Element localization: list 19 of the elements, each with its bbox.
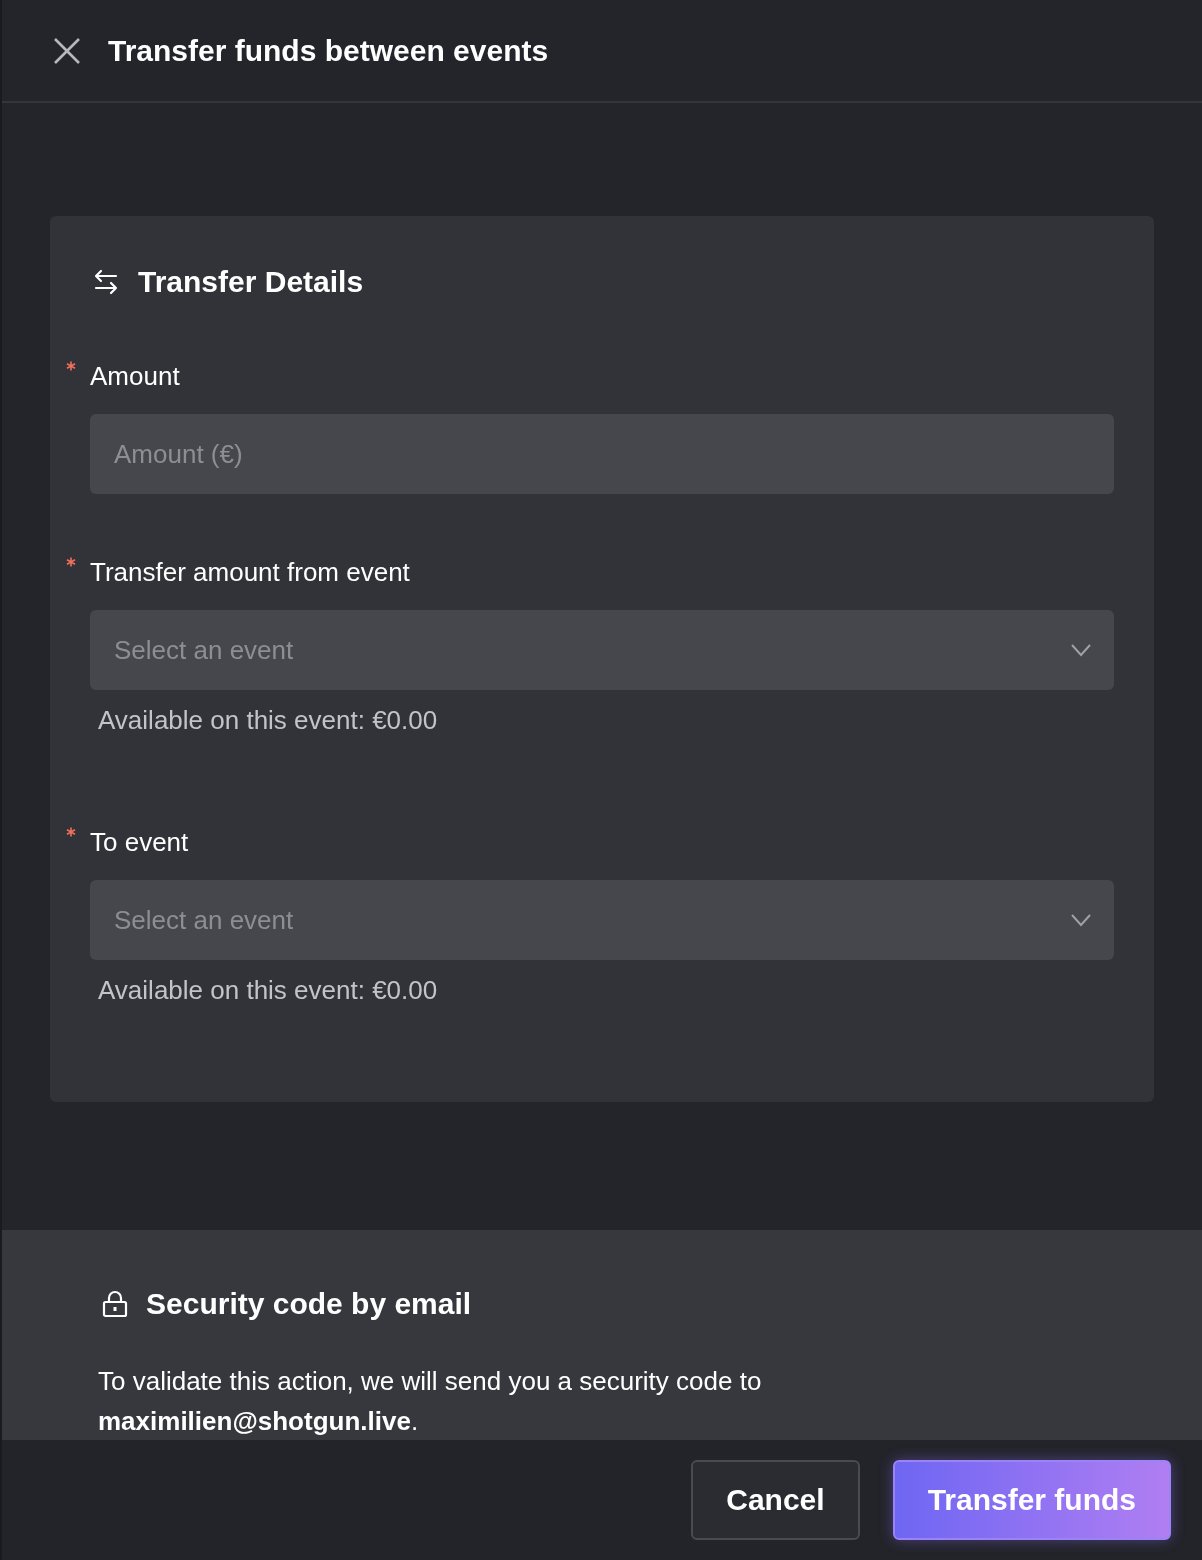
event-select[interactable]: Select an event [90, 880, 1114, 960]
field-label: Amount [90, 360, 180, 392]
helper-text: Available on this event: €0.00 [98, 974, 439, 1007]
close-icon[interactable] [52, 35, 82, 66]
card-title: Transfer Details [138, 265, 364, 299]
helper-text: Available on this event: €0.00 [98, 704, 439, 737]
cancel-button[interactable]: Cancel [691, 1460, 860, 1540]
lock-icon [102, 1290, 128, 1318]
amount-field[interactable]: Amount (€) [90, 414, 1114, 494]
field-label: To event [90, 826, 189, 858]
security-message: To validate this action, we will send you a security code to maximilien@shotgun.live. [98, 1365, 763, 1438]
section-title: Security code by email [146, 1287, 472, 1321]
dialog-title: Transfer funds between events [108, 33, 549, 68]
field-label: Transfer amount from event [90, 556, 410, 588]
transfer-button[interactable]: Transfer funds [892, 1460, 1171, 1540]
chevron-down-icon [1070, 643, 1092, 657]
event-select[interactable]: Select an event [90, 610, 1114, 690]
chevron-down-icon [1070, 913, 1092, 927]
swap-arrows-icon [92, 268, 120, 296]
